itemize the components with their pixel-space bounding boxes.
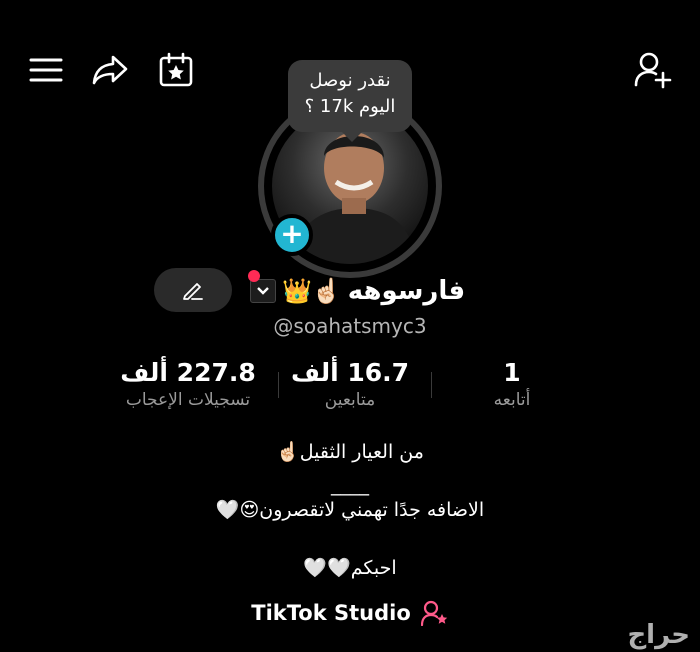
stat-divider <box>278 372 279 398</box>
stat-following[interactable]: 1 أتابعه <box>472 358 552 410</box>
bio-line-1: من العيار الثقيل☝🏻 <box>276 441 424 463</box>
story-note-bubble[interactable]: نقدر نوصل اليوم 17k ؟ <box>288 60 412 142</box>
following-label: أتابعه <box>493 390 531 410</box>
add-story-button[interactable]: + <box>271 214 313 256</box>
menu-icon[interactable] <box>26 52 66 88</box>
stat-followers[interactable]: 16.7 ألف متابعين <box>284 358 416 410</box>
name-emojis: 👑☝🏻 <box>282 277 342 305</box>
name-row: 👑☝🏻 فارسوهه <box>250 272 465 310</box>
likes-count: 227.8 ألف <box>120 358 256 387</box>
stat-likes[interactable]: 227.8 ألف تسجيلات الإعجاب <box>108 358 268 410</box>
edit-profile-button[interactable] <box>154 268 232 312</box>
username: @soahatsmyc3 <box>273 314 427 338</box>
switch-account-button[interactable] <box>250 279 276 303</box>
bio-line-4: احبكم🤍🤍 <box>303 557 397 579</box>
likes-label: تسجيلات الإعجاب <box>125 390 251 410</box>
watermark-logo: حراج <box>627 620 690 650</box>
creator-icon <box>420 600 447 626</box>
followers-label: متابعين <box>324 390 376 410</box>
share-icon[interactable] <box>88 50 132 90</box>
display-name: فارسوهه <box>347 276 466 306</box>
following-count: 1 <box>503 358 521 387</box>
add-user-icon[interactable] <box>632 50 674 90</box>
notification-dot <box>248 270 260 282</box>
tiktok-studio-label: TikTok Studio <box>251 601 411 625</box>
bio-line-2: ____ <box>331 474 369 496</box>
followers-count: 16.7 ألف <box>290 358 410 387</box>
bio-line-3: الاضافه جدًا تهمني لاتقصرون😍🤍 <box>215 499 485 521</box>
stat-divider <box>431 372 432 398</box>
tiktok-studio-link[interactable]: TikTok Studio <box>0 600 700 626</box>
calendar-star-icon[interactable] <box>156 50 196 90</box>
